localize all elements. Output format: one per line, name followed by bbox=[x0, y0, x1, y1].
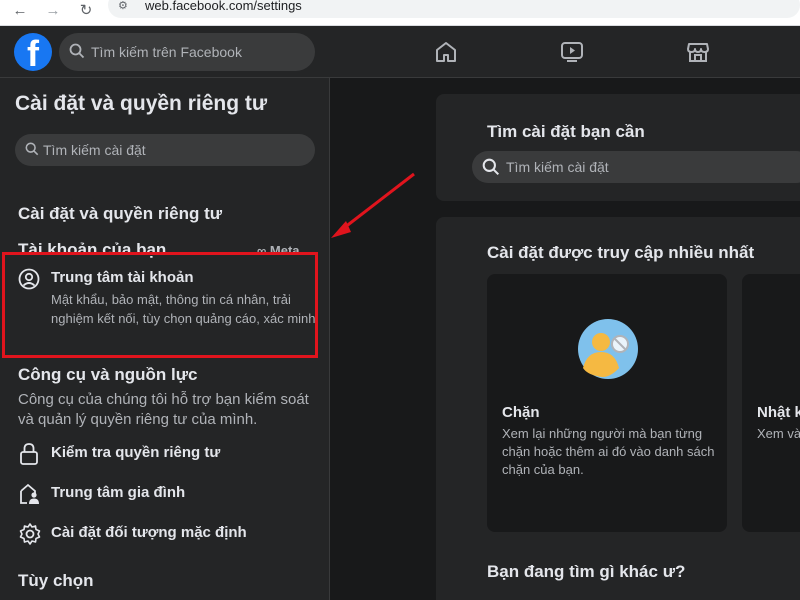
main-search-placeholder: Tìm kiếm cài đặt bbox=[506, 159, 609, 175]
settings-main: Tìm cài đặt bạn cần Tìm kiếm cài đặt Cài… bbox=[331, 78, 800, 600]
home-icon[interactable] bbox=[434, 40, 458, 64]
block-card[interactable]: Chặn Xem lại những người mà bạn từng chặ… bbox=[487, 274, 727, 532]
most-accessed-title: Cài đặt được truy cập nhiều nhất bbox=[487, 243, 755, 262]
activity-log-card-title: Nhật ký bbox=[757, 404, 800, 421]
family-icon bbox=[20, 483, 39, 504]
marketplace-icon[interactable] bbox=[686, 40, 710, 64]
forward-icon[interactable]: → bbox=[43, 2, 63, 22]
facebook-logo[interactable]: f bbox=[14, 33, 52, 74]
activity-log-card[interactable]: Nhật ký Xem và quản lý bạn từng... bbox=[742, 274, 800, 532]
block-card-title: Chặn bbox=[502, 404, 540, 421]
tools-heading: Công cụ và nguồn lực bbox=[18, 365, 198, 384]
options-heading: Tùy chọn bbox=[18, 571, 94, 590]
search-placeholder: Tìm kiếm trên Facebook bbox=[91, 44, 242, 60]
privacy-checkup-label: Kiểm tra quyền riêng tư bbox=[51, 444, 221, 461]
other-search-title: Bạn đang tìm gì khác ư? bbox=[487, 562, 686, 581]
main-settings-search-input[interactable]: Tìm kiếm cài đặt bbox=[472, 151, 800, 183]
settings-sidebar: Cài đặt và quyền riêng tư Tìm kiếm cài đ… bbox=[0, 78, 330, 600]
family-center-label: Trung tâm gia đình bbox=[51, 484, 186, 501]
default-audience-label: Cài đặt đối tượng mặc định bbox=[51, 524, 247, 541]
tools-description: Công cụ của chúng tôi hỗ trợ bạn kiểm so… bbox=[18, 391, 309, 428]
find-settings-panel: Tìm cài đặt bạn cần bbox=[436, 94, 800, 201]
sidebar-title: Cài đặt và quyền riêng tư bbox=[15, 92, 268, 115]
url-text: web.facebook.com/settings bbox=[145, 0, 302, 13]
settings-search-placeholder: Tìm kiếm cài đặt bbox=[43, 142, 146, 158]
video-icon[interactable] bbox=[560, 40, 584, 64]
annotation-highlight-box bbox=[2, 252, 318, 358]
search-icon bbox=[25, 142, 39, 156]
lock-icon bbox=[20, 443, 38, 465]
privacy-section-heading: Cài đặt và quyền riêng tư bbox=[18, 204, 223, 223]
blocked-user-icon bbox=[578, 319, 638, 379]
block-card-description: Xem lại những người mà bạn từng chặn hoặ… bbox=[502, 426, 715, 477]
settings-search-input[interactable]: Tìm kiếm cài đặt bbox=[15, 134, 315, 166]
browser-toolbar: ← → ↻ ⚙ web.facebook.com/settings bbox=[0, 0, 800, 26]
search-icon bbox=[482, 158, 500, 176]
facebook-search-input[interactable]: Tìm kiếm trên Facebook bbox=[59, 33, 315, 71]
address-bar[interactable]: ⚙ web.facebook.com/settings bbox=[108, 0, 800, 18]
site-info-icon[interactable]: ⚙ bbox=[118, 0, 132, 13]
reload-icon[interactable]: ↻ bbox=[76, 2, 96, 22]
gear-icon bbox=[19, 523, 41, 545]
logo-letter: f bbox=[27, 33, 39, 74]
activity-log-card-description: Xem và quản lý bạn từng... bbox=[757, 426, 800, 441]
family-center-item[interactable]: Trung tâm gia đình bbox=[0, 476, 329, 512]
default-audience-item[interactable]: Cài đặt đối tượng mặc định bbox=[0, 516, 329, 552]
privacy-checkup-item[interactable]: Kiểm tra quyền riêng tư bbox=[0, 436, 329, 472]
find-settings-title: Tìm cài đặt bạn cần bbox=[487, 122, 645, 141]
search-icon bbox=[69, 43, 85, 59]
back-icon[interactable]: ← bbox=[10, 2, 30, 22]
facebook-header: f Tìm kiếm trên Facebook bbox=[0, 26, 800, 78]
